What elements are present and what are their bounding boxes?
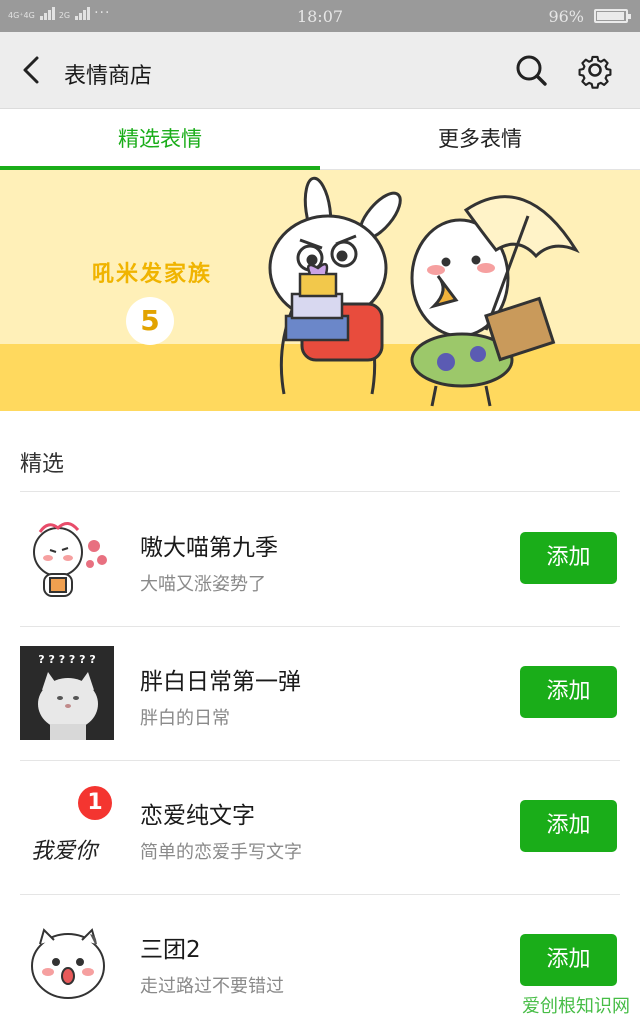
add-button[interactable]: 添加 — [520, 532, 617, 584]
list-item[interactable]: 嗷大喵第九季 大喵又涨姿势了 添加 — [0, 492, 640, 626]
back-button[interactable] — [14, 52, 50, 88]
add-button[interactable]: 添加 — [520, 666, 617, 718]
tab-featured-stickers[interactable]: 精选表情 — [0, 110, 320, 170]
section-title: 精选 — [20, 452, 65, 477]
watermark: 爱创根知识网 — [522, 996, 630, 1017]
settings-button[interactable] — [576, 51, 614, 89]
item-subtitle: 走过路过不要错过 — [140, 976, 284, 997]
status-time: 18:07 — [296, 7, 344, 26]
list-item[interactable]: 我爱你 恋爱纯文字 简单的恋爱手写文字 添加 — [0, 760, 640, 894]
add-button[interactable]: 添加 — [520, 800, 617, 852]
tab-more-stickers[interactable]: 更多表情 — [320, 110, 640, 170]
gear-icon — [578, 55, 612, 89]
tab-bar: 精选表情 更多表情 — [0, 110, 640, 170]
thumbnail-caption: ? ? ? ? ? ? — [38, 653, 95, 666]
item-title: 恋爱纯文字 — [140, 803, 255, 829]
new-badge: 1 — [78, 786, 112, 820]
add-button[interactable]: 添加 — [520, 934, 617, 986]
search-button[interactable] — [512, 51, 550, 89]
cat-sticker-thumbnail — [33, 522, 107, 597]
rabbit-character-icon — [268, 176, 402, 395]
banner-number: 5 — [126, 297, 174, 345]
banner-illustration — [268, 176, 580, 407]
item-subtitle: 胖白的日常 — [140, 708, 230, 729]
list-item[interactable]: ? ? ? ? ? ? 胖白日常第一弹 胖白的日常 添加 — [0, 626, 640, 760]
battery-icon — [594, 9, 631, 23]
white-cat-photo-thumbnail: ? ? ? ? ? ? — [20, 646, 114, 740]
banner-title: 吼米发家族 — [91, 262, 212, 287]
item-title: 三团2 — [140, 937, 201, 963]
item-subtitle: 大喵又涨姿势了 — [140, 574, 266, 595]
battery-fill — [597, 12, 624, 20]
bun-sticker-thumbnail — [31, 928, 105, 999]
battery-percent: 96% — [548, 7, 584, 26]
thumbnail-caption: 我爱你 — [31, 839, 100, 864]
item-title: 胖白日常第一弹 — [140, 669, 301, 695]
page-title: 表情商店 — [64, 64, 153, 89]
item-subtitle: 简单的恋爱手写文字 — [140, 842, 302, 863]
back-chevron-icon — [23, 56, 39, 84]
status-bar: 4G⁺4G 2G ··· 18:07 96% — [0, 0, 640, 32]
search-icon — [516, 55, 547, 86]
item-title: 嗷大喵第九季 — [140, 535, 278, 561]
promo-banner[interactable]: 吼米发家族 5 — [0, 170, 640, 411]
app-header: 表情商店 — [0, 32, 640, 109]
